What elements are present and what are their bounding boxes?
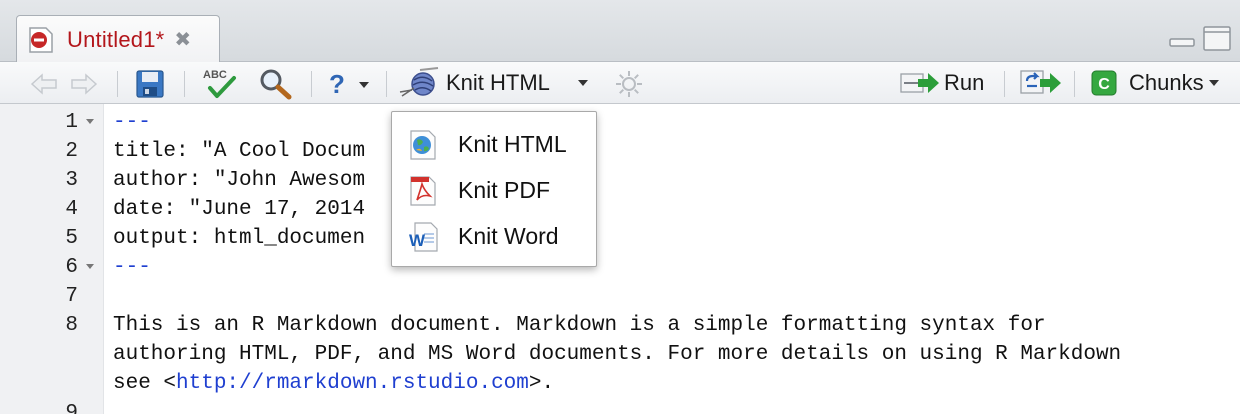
- line-number-gutter: 1 2 3 4 5 6 7 8 9: [0, 104, 104, 414]
- code-text: >.: [528, 372, 555, 395]
- chunks-label: Chunks: [1129, 70, 1204, 95]
- menu-item-label: Knit HTML: [458, 130, 567, 157]
- line-number: 6: [65, 256, 78, 279]
- menu-item-knit-pdf[interactable]: Knit PDF: [392, 167, 596, 213]
- yaml-delimiter: ---: [113, 111, 151, 134]
- editor-tab-bar: Untitled1* ✖: [0, 0, 1240, 63]
- toolbar-separator: [1074, 71, 1075, 97]
- line-number: 4: [65, 198, 78, 221]
- toolbar-separator: [184, 71, 185, 97]
- gear-icon[interactable]: [614, 69, 644, 99]
- svg-text:ABC: ABC: [203, 69, 227, 81]
- help-button[interactable]: ?: [329, 69, 369, 100]
- toolbar-separator: [386, 71, 387, 97]
- fold-arrow-icon[interactable]: [86, 264, 94, 269]
- knit-yarn-icon: [398, 66, 440, 100]
- line-number: 7: [65, 285, 78, 308]
- maximize-pane-icon[interactable]: [1202, 26, 1232, 57]
- line-number: 2: [65, 140, 78, 163]
- chunk-c-icon: C: [1091, 70, 1117, 96]
- menu-item-label: Knit PDF: [458, 176, 551, 203]
- code-line: author: "John Awesom: [113, 169, 366, 192]
- tab-title: Untitled1*: [67, 26, 165, 52]
- spellcheck-icon[interactable]: ABC: [200, 66, 240, 100]
- chunks-button[interactable]: C Chunks: [1091, 70, 1219, 96]
- close-icon[interactable]: ✖: [174, 30, 191, 50]
- forward-arrow-icon[interactable]: [70, 72, 98, 96]
- code-line: date: "June 17, 2014: [113, 198, 366, 221]
- chevron-down-icon[interactable]: [577, 80, 588, 86]
- knit-button[interactable]: Knit HTML: [398, 66, 588, 100]
- minimize-pane-icon[interactable]: [1168, 26, 1196, 55]
- code-editor[interactable]: 1 2 3 4 5 6 7 8 9 --- title: "A Cool Doc…: [0, 104, 1240, 414]
- line-number: 3: [65, 169, 78, 192]
- line-number: 5: [65, 227, 78, 250]
- code-line: ---: [113, 256, 151, 279]
- word-icon: W: [408, 222, 438, 252]
- help-icon: ?: [329, 69, 345, 99]
- toolbar-separator: [117, 71, 118, 97]
- svg-text:W: W: [409, 231, 426, 250]
- run-label: Run: [944, 70, 985, 95]
- back-arrow-icon[interactable]: [30, 72, 58, 96]
- code-line: This is an R Markdown document. Markdown…: [113, 314, 1046, 337]
- chevron-down-icon: [358, 81, 369, 88]
- code-line: authoring HTML, PDF, and MS Word documen…: [113, 343, 1122, 366]
- line-number: 1: [65, 111, 78, 134]
- knit-dropdown-menu: Knit HTML Knit PDF W Knit Word: [391, 111, 597, 267]
- chevron-down-icon: [1208, 80, 1219, 86]
- code-line: ---: [113, 111, 151, 134]
- code-line: see <http://rmarkdown.rstudio.com>.: [113, 372, 554, 395]
- toolbar-separator: [311, 71, 312, 97]
- code-text: see <: [113, 372, 177, 395]
- search-icon[interactable]: [258, 68, 292, 100]
- rmarkdown-link[interactable]: http://rmarkdown.rstudio.com: [176, 372, 529, 395]
- yaml-delimiter: ---: [113, 256, 151, 279]
- tab-untitled1[interactable]: Untitled1* ✖: [16, 15, 220, 63]
- rmarkdown-file-icon: [27, 26, 57, 54]
- save-icon[interactable]: [135, 69, 165, 99]
- globe-icon: [408, 130, 438, 160]
- editor-toolbar: ABC ? Knit HTML Run C Chunks: [0, 62, 1240, 104]
- knit-label: Knit HTML: [446, 70, 550, 95]
- menu-item-knit-html[interactable]: Knit HTML: [392, 121, 596, 167]
- code-line: output: html_documen: [113, 227, 366, 250]
- toolbar-separator: [1004, 71, 1005, 97]
- line-number: 9: [65, 402, 78, 414]
- pdf-icon: [408, 176, 438, 206]
- line-number: 8: [65, 314, 78, 337]
- menu-item-label: Knit Word: [458, 222, 559, 249]
- fold-arrow-icon[interactable]: [86, 119, 94, 124]
- svg-text:C: C: [1098, 76, 1110, 93]
- code-line: title: "A Cool Docum: [113, 140, 366, 163]
- rerun-icon[interactable]: [1020, 68, 1062, 98]
- menu-item-knit-word[interactable]: W Knit Word: [392, 213, 596, 259]
- run-arrow-icon: [900, 68, 940, 98]
- run-button[interactable]: Run: [900, 68, 984, 98]
